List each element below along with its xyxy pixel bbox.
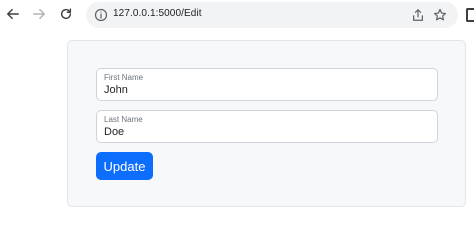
first-name-field[interactable]: First Name (96, 68, 438, 101)
browser-toolbar: 127.0.0.1:5000/Edit (0, 0, 474, 30)
update-button[interactable]: Update (96, 152, 153, 180)
last-name-input[interactable] (104, 126, 424, 138)
share-icon[interactable] (411, 8, 425, 22)
edit-form-card: First Name Last Name Update (67, 40, 466, 207)
info-icon[interactable] (94, 8, 108, 22)
side-panel-icon[interactable] (466, 8, 474, 22)
last-name-field[interactable]: Last Name (96, 110, 438, 143)
arrow-left-icon (7, 8, 19, 20)
url-text[interactable]: 127.0.0.1:5000/Edit (113, 8, 202, 19)
star-icon[interactable] (433, 8, 447, 22)
reload-icon (60, 8, 72, 20)
back-button[interactable] (3, 4, 23, 24)
reload-button[interactable] (56, 4, 76, 24)
first-name-input[interactable] (104, 84, 424, 96)
arrow-right-icon (33, 8, 45, 20)
last-name-label: Last Name (104, 115, 143, 124)
forward-button[interactable] (29, 4, 49, 24)
address-bar[interactable]: 127.0.0.1:5000/Edit (86, 2, 458, 28)
first-name-label: First Name (104, 73, 144, 82)
